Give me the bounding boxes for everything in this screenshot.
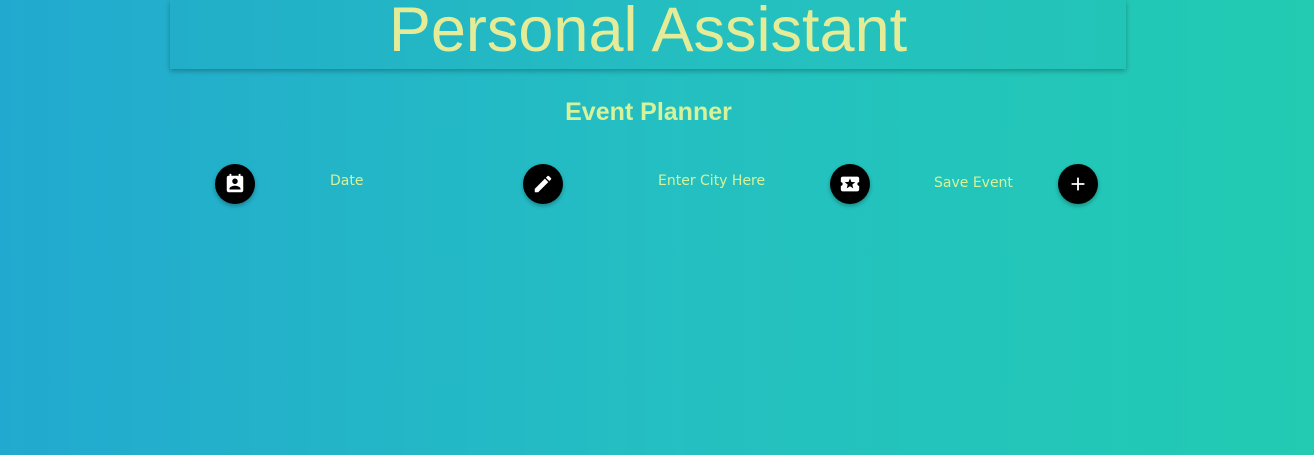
header-bar: Personal Assistant [170,0,1126,69]
pencil-icon [534,175,552,193]
date-icon-button[interactable] [215,164,255,204]
plus-icon [1071,177,1085,191]
add-event-button[interactable] [1058,164,1098,204]
contact-calendar-icon [226,173,244,193]
app-title: Personal Assistant [388,0,908,65]
event-icon-button[interactable] [830,164,870,204]
city-input[interactable] [658,172,818,190]
event-planner-heading: Event Planner [565,98,732,126]
edit-icon-button[interactable] [523,164,563,204]
save-event-label[interactable]: Save Event [934,175,1013,191]
ticket-star-icon [840,176,860,192]
date-input[interactable] [330,172,490,190]
